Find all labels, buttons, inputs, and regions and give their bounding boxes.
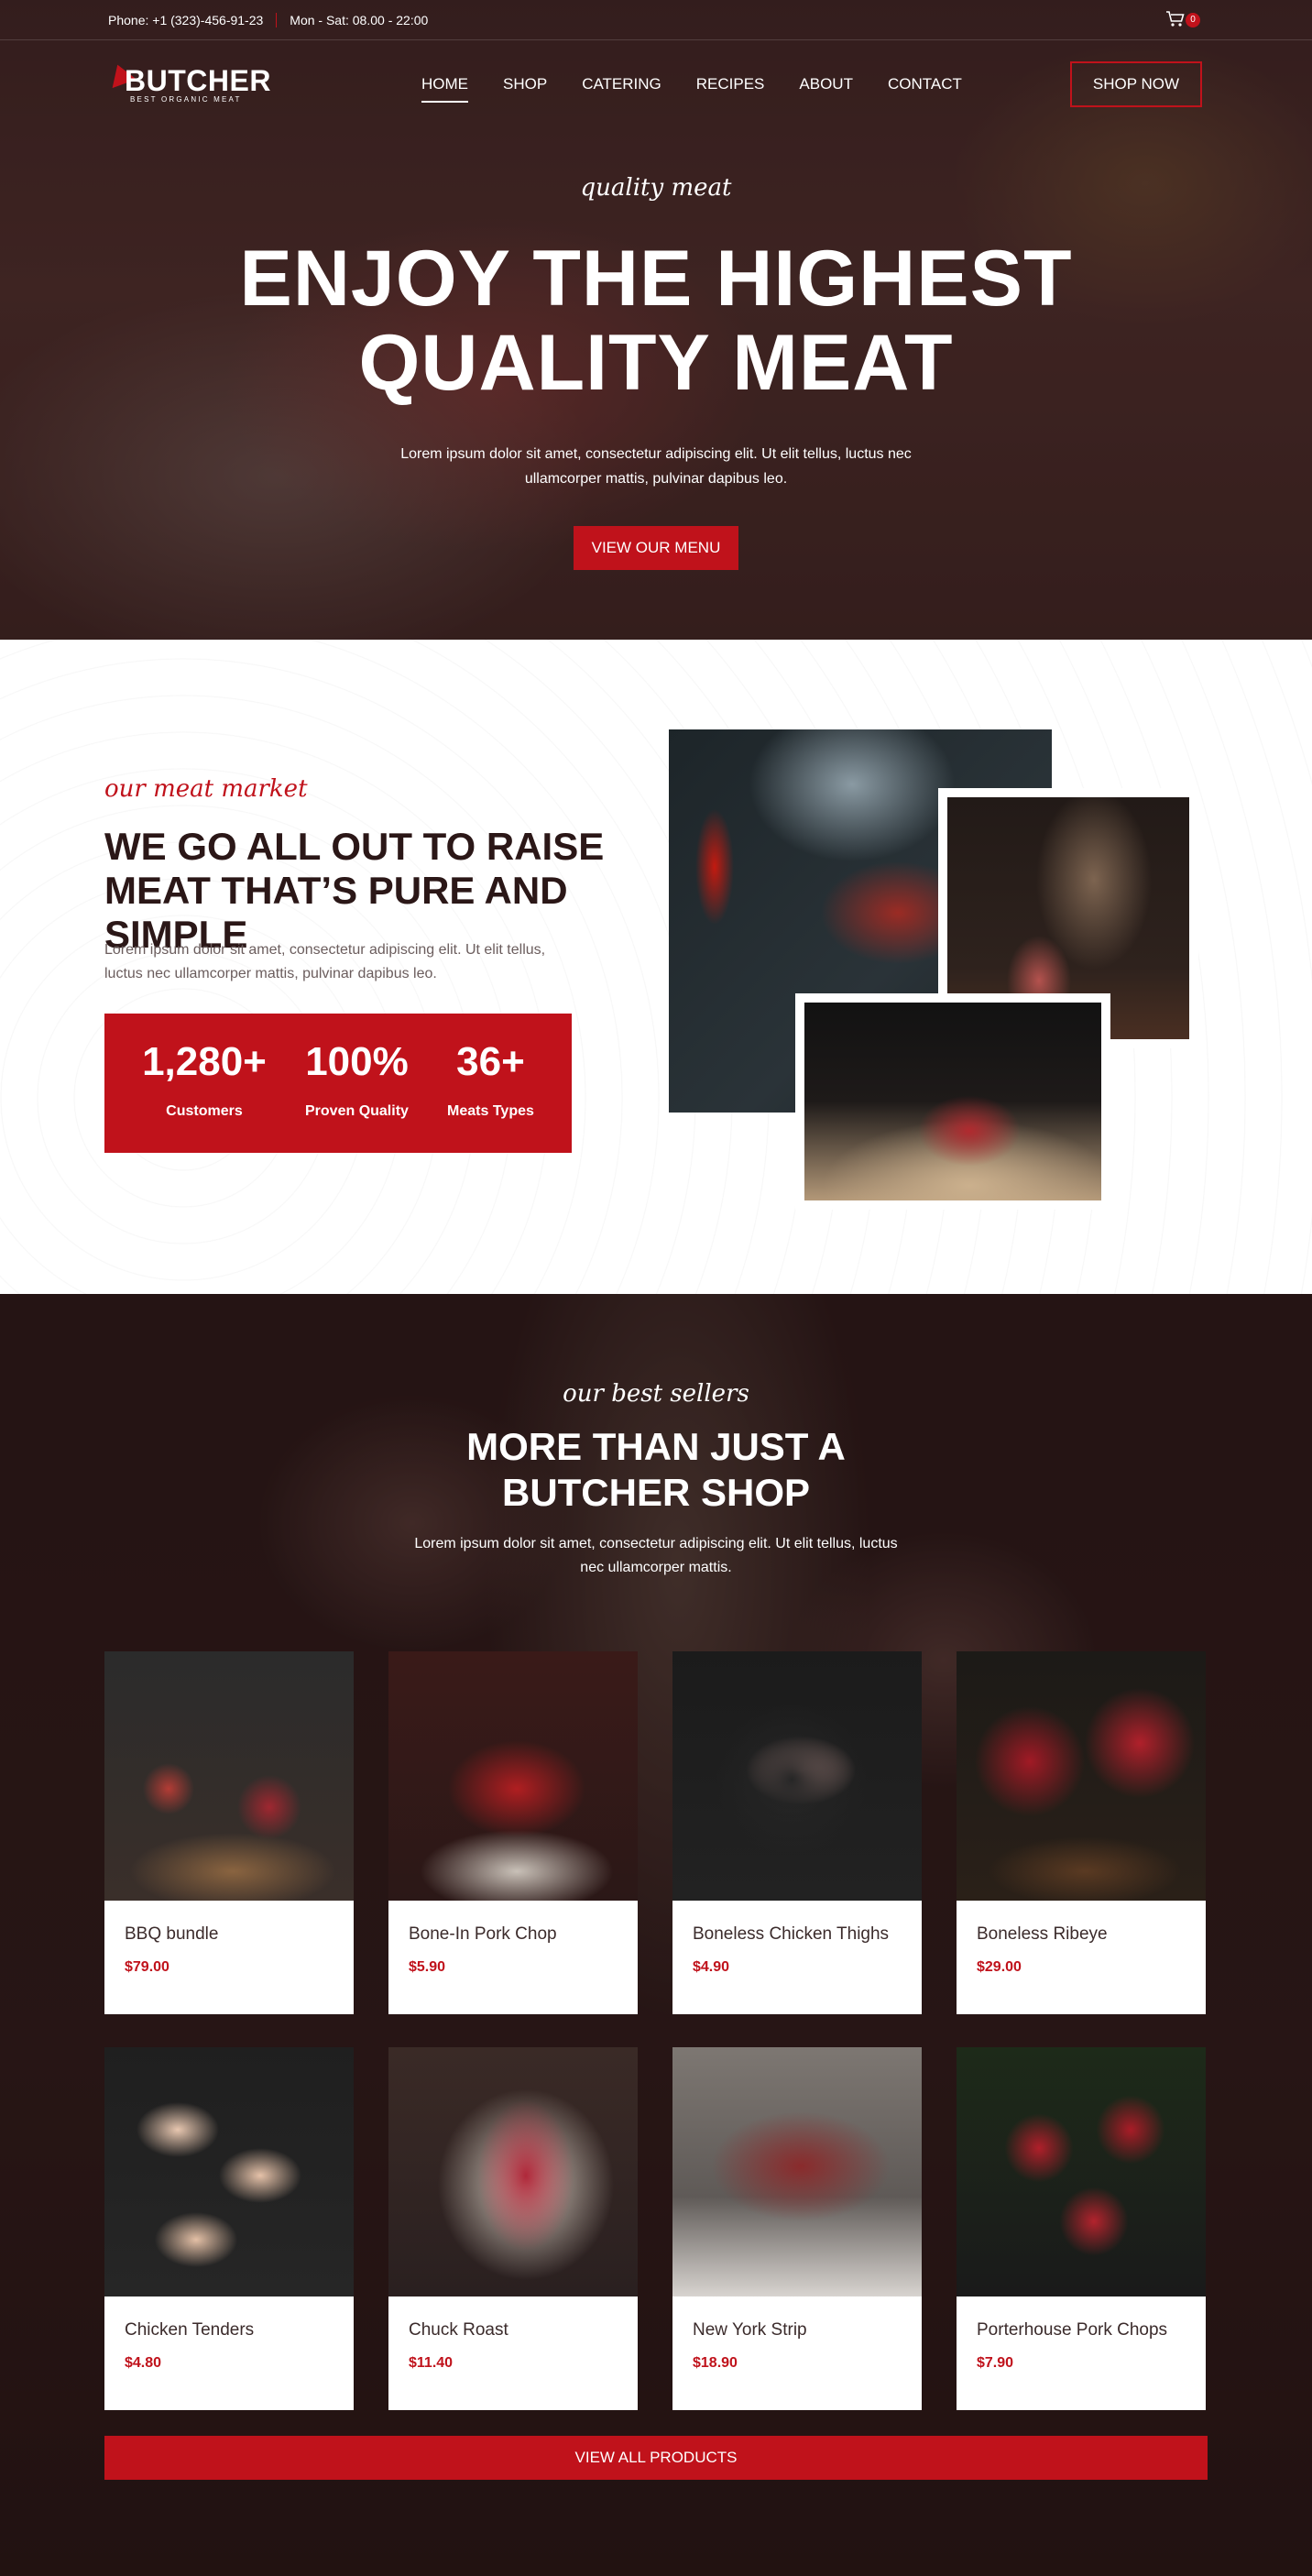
product-title[interactable]: Chuck Roast — [409, 2320, 508, 2340]
topbar-separator — [276, 13, 278, 27]
hero-title: ENJOY THE HIGHEST QUALITY MEAT — [0, 236, 1312, 405]
hero-kicker: quality meat — [580, 174, 732, 202]
sellers-text: Lorem ipsum dolor sit amet, consectetur … — [414, 1536, 898, 1575]
product-title[interactable]: Bone-In Pork Chop — [409, 1924, 557, 1945]
product-image[interactable] — [672, 1651, 922, 1901]
stat-label: Customers — [166, 1103, 243, 1119]
stat-value: 1,280+ — [142, 1039, 267, 1084]
stat-customers: 1,280+ Customers — [142, 1014, 267, 1153]
hero-text: Lorem ipsum dolor sit amet, consectetur … — [400, 446, 912, 487]
product-price: $11.40 — [409, 2355, 454, 2371]
product-price: $5.90 — [409, 1959, 446, 1975]
top-bar: Phone: +1 (323)-456-91-23 Mon - Sat: 08.… — [0, 0, 1312, 40]
hero-title-line2: QUALITY MEAT — [358, 319, 954, 407]
stat-value: 100% — [305, 1039, 409, 1084]
product-card[interactable]: Porterhouse Pork Chops $7.90 — [957, 2047, 1206, 2410]
product-price: $79.00 — [125, 1959, 169, 1975]
cart-icon — [1166, 11, 1185, 27]
product-image[interactable] — [388, 1651, 638, 1901]
product-card[interactable]: Chuck Roast $11.40 — [388, 2047, 638, 2410]
view-menu-button[interactable]: VIEW OUR MENU — [574, 526, 738, 570]
stat-label: Proven Quality — [305, 1103, 409, 1119]
product-card[interactable]: BBQ bundle $79.00 — [104, 1651, 354, 2014]
stat-label: Meats Types — [447, 1103, 534, 1119]
product-title[interactable]: Chicken Tenders — [125, 2320, 254, 2340]
product-image[interactable] — [104, 1651, 354, 1901]
product-card[interactable]: Boneless Ribeye $29.00 — [957, 1651, 1206, 2014]
product-image[interactable] — [388, 2047, 638, 2296]
best-sellers-section: our best sellers MORE THAN JUST A BUTCHE… — [0, 1294, 1312, 2576]
market-title: WE GO ALL OUT TO RAISE MEAT THAT’S PURE … — [104, 825, 605, 956]
product-price: $18.90 — [693, 2355, 738, 2371]
product-card[interactable]: Chicken Tenders $4.80 — [104, 2047, 354, 2410]
nav-home[interactable]: HOME — [421, 75, 468, 103]
product-title[interactable]: New York Strip — [693, 2320, 807, 2340]
cart-button[interactable]: 0 — [1165, 9, 1208, 31]
product-title[interactable]: Boneless Chicken Thighs — [693, 1924, 889, 1945]
logo-tagline: BEST ORGANIC MEAT — [130, 95, 242, 104]
logo-name: BUTCHER — [125, 64, 271, 97]
product-card[interactable]: Bone-In Pork Chop $5.90 — [388, 1651, 638, 2014]
nav-about[interactable]: ABOUT — [799, 75, 853, 103]
market-text: Lorem ipsum dolor sit amet, consectetur … — [104, 942, 546, 981]
hours-text: Mon - Sat: 08.00 - 22:00 — [290, 13, 429, 27]
nav-contact[interactable]: CONTACT — [888, 75, 962, 103]
product-price: $7.90 — [977, 2355, 1014, 2371]
product-image[interactable] — [672, 2047, 922, 2296]
stat-quality: 100% Proven Quality — [305, 1014, 409, 1153]
nav-shop[interactable]: SHOP — [503, 75, 547, 103]
view-all-products-button[interactable]: VIEW ALL PRODUCTS — [104, 2436, 1208, 2480]
product-image[interactable] — [957, 2047, 1206, 2296]
main-nav: HOME SHOP CATERING RECIPES ABOUT CONTACT — [421, 75, 962, 103]
product-title[interactable]: Boneless Ribeye — [977, 1924, 1108, 1945]
phone-text: Phone: +1 (323)-456-91-23 — [108, 13, 264, 27]
roast-beef-photo — [795, 993, 1110, 1210]
product-price: $4.80 — [125, 2355, 162, 2371]
product-card[interactable]: New York Strip $18.90 — [672, 2047, 922, 2410]
product-card[interactable]: Boneless Chicken Thighs $4.90 — [672, 1651, 922, 2014]
logo[interactable]: BUTCHER BEST ORGANIC MEAT — [105, 60, 273, 108]
product-image[interactable] — [957, 1651, 1206, 1901]
nav-catering[interactable]: CATERING — [582, 75, 661, 103]
nav-recipes[interactable]: RECIPES — [696, 75, 765, 103]
meat-market-section: our meat market WE GO ALL OUT TO RAISE M… — [0, 640, 1312, 1294]
sellers-kicker: our best sellers — [563, 1380, 749, 1408]
hero-title-line1: ENJOY THE HIGHEST — [239, 235, 1073, 323]
market-kicker: our meat market — [104, 775, 308, 803]
product-title[interactable]: Porterhouse Pork Chops — [977, 2320, 1167, 2340]
product-price: $29.00 — [977, 1959, 1022, 1975]
stat-meat-types: 36+ Meats Types — [447, 1014, 534, 1153]
hero-section: Phone: +1 (323)-456-91-23 Mon - Sat: 08.… — [0, 0, 1312, 640]
stat-value: 36+ — [456, 1039, 525, 1084]
product-title[interactable]: BBQ bundle — [125, 1924, 218, 1945]
product-price: $4.90 — [693, 1959, 730, 1975]
shop-now-button[interactable]: SHOP NOW — [1070, 61, 1202, 107]
product-image[interactable] — [104, 2047, 354, 2296]
cart-count-badge: 0 — [1186, 13, 1200, 27]
stats-box: 1,280+ Customers 100% Proven Quality 36+… — [104, 1014, 572, 1153]
sellers-title: MORE THAN JUST A BUTCHER SHOP — [466, 1425, 846, 1514]
